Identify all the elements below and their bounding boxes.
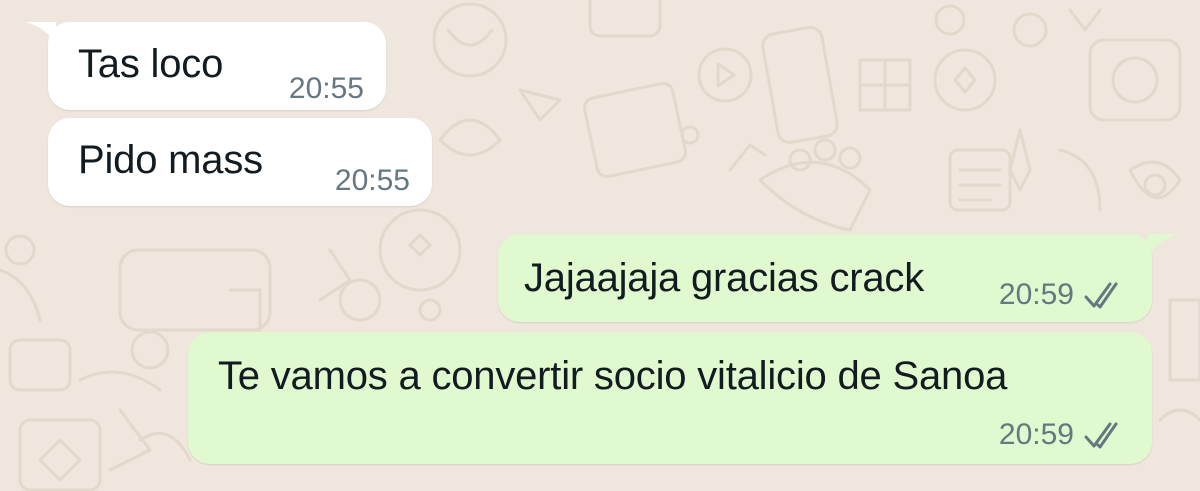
double-check-icon bbox=[1084, 282, 1118, 309]
message-time: 20:59 bbox=[998, 278, 1074, 311]
message-timestamp: 20:59 bbox=[999, 418, 1128, 452]
message-text: Tas loco bbox=[78, 42, 224, 86]
outgoing-message-bubble[interactable]: Te vamos a convertir socio vitalicio de … bbox=[188, 332, 1152, 464]
message-timestamp: 20:55 bbox=[335, 164, 410, 198]
message-text: Pido mass bbox=[78, 138, 263, 182]
outgoing-message-bubble[interactable]: Jajaajaja gracias crack 20:59 bbox=[498, 234, 1152, 322]
message-time: 20:55 bbox=[288, 72, 364, 105]
double-check-icon bbox=[1084, 422, 1118, 449]
message-text: Jajaajaja gracias crack bbox=[524, 256, 925, 300]
bubble-tail-outgoing bbox=[1148, 234, 1178, 256]
message-timestamp: 20:59 bbox=[999, 278, 1128, 312]
incoming-message-bubble[interactable]: Tas loco 20:55 bbox=[48, 22, 386, 110]
message-timestamp: 20:55 bbox=[289, 72, 364, 106]
incoming-message-bubble[interactable]: Pido mass 20:55 bbox=[48, 118, 432, 206]
message-time: 20:59 bbox=[998, 418, 1074, 451]
message-text: Te vamos a convertir socio vitalicio de … bbox=[218, 354, 1008, 398]
message-time: 20:55 bbox=[334, 164, 410, 197]
